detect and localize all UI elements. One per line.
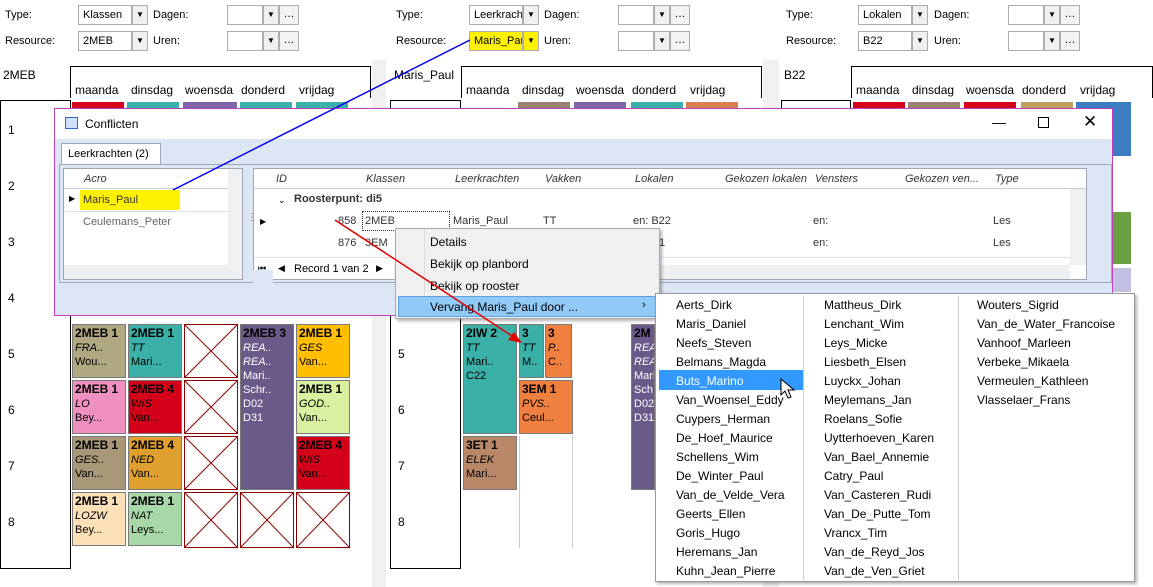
red-arrow-line: [334, 219, 513, 337]
blue-arrow-line: [172, 39, 471, 191]
red-arrow-head: [508, 332, 522, 343]
annotation-arrows: [172, 39, 522, 343]
